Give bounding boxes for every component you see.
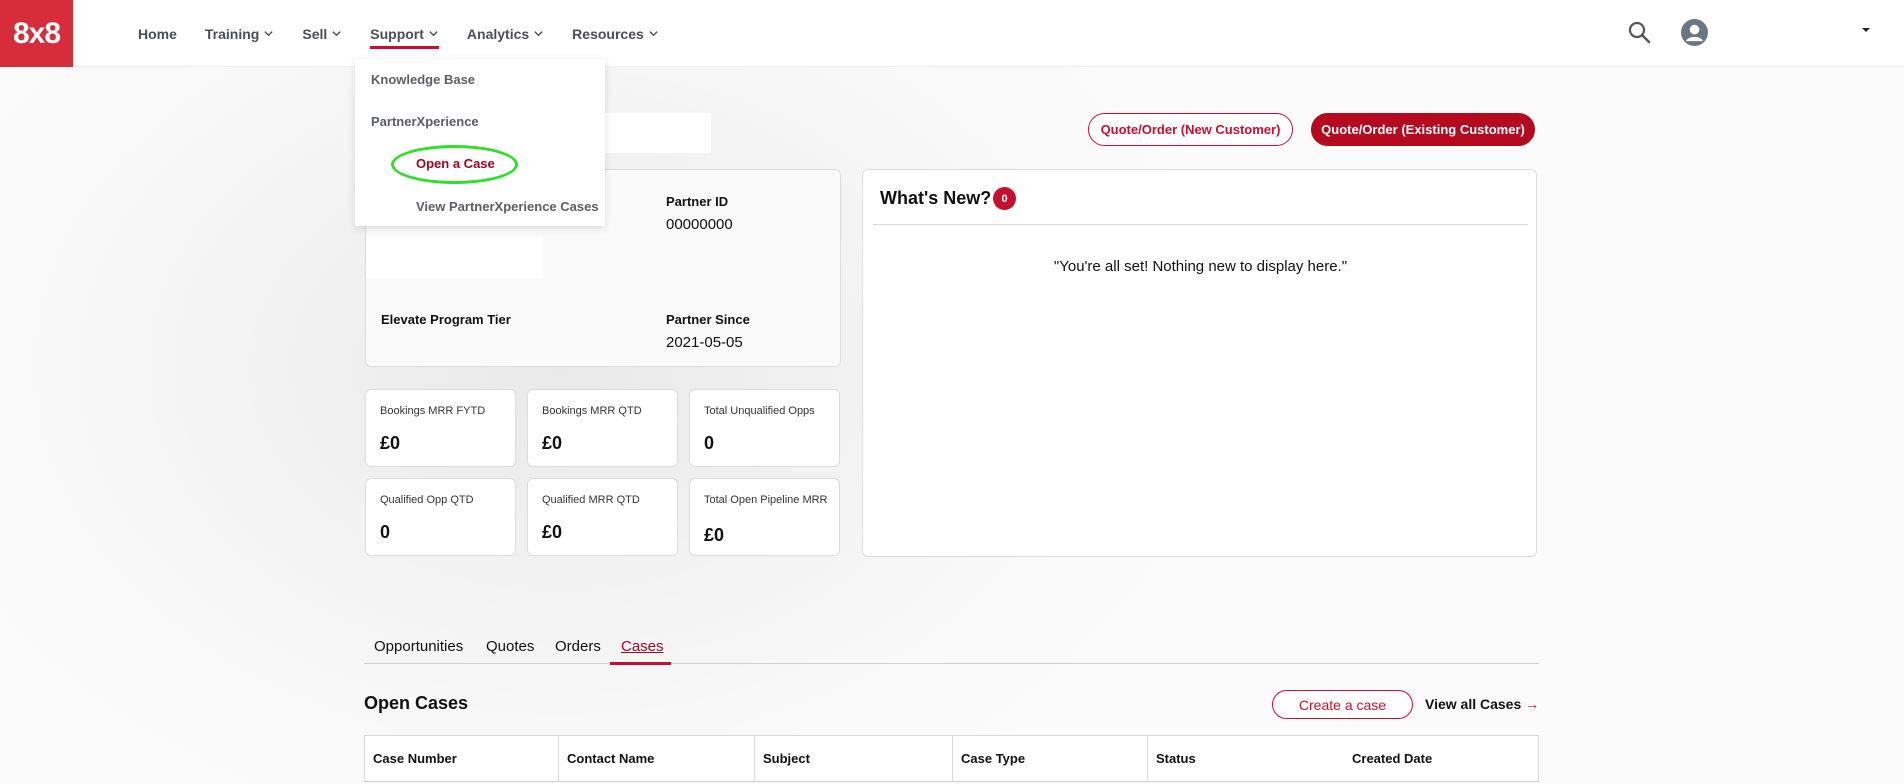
search-icon[interactable]	[1627, 20, 1651, 44]
whats-new-count-badge: 0	[993, 187, 1016, 210]
user-avatar-icon[interactable]	[1681, 19, 1708, 46]
partner-since-label: Partner Since	[666, 312, 750, 327]
whats-new-panel: What's New? 0 "You're all set! Nothing n…	[862, 169, 1537, 557]
caret-down-icon[interactable]	[1861, 26, 1871, 34]
nav-training-label: Training	[204, 25, 260, 42]
stat-card: Bookings MRR QTD £0	[527, 389, 678, 467]
column-header-case-number[interactable]: Case Number	[365, 736, 559, 781]
menu-item-view-cases[interactable]: View PartnerXperience Cases	[416, 199, 599, 214]
menu-item-partnerxperience[interactable]: PartnerXperience	[371, 114, 479, 129]
stat-card: Total Unqualified Opps 0	[689, 389, 840, 467]
view-all-cases-label: View all Cases	[1425, 696, 1522, 712]
menu-item-knowledge-base[interactable]: Knowledge Base	[371, 72, 475, 87]
stat-label: Bookings MRR FYTD	[380, 405, 486, 417]
chevron-down-icon	[534, 31, 543, 37]
stat-card: Qualified Opp QTD 0	[365, 478, 516, 556]
stat-value: 0	[380, 522, 391, 542]
highlight-annotation-ring	[391, 145, 518, 184]
chevron-down-icon	[429, 31, 438, 37]
brand-logo[interactable]: 8x8	[0, 0, 73, 67]
cases-table-header: Case Number Contact Name Subject Case Ty…	[364, 735, 1539, 782]
quote-order-new-customer-button[interactable]: Quote/Order (New Customer)	[1088, 113, 1293, 146]
tab-orders[interactable]: Orders	[555, 638, 601, 655]
column-header-subject[interactable]: Subject	[755, 736, 953, 781]
active-tab-indicator	[610, 662, 671, 665]
stat-label: Bookings MRR QTD	[542, 405, 642, 417]
nav-analytics[interactable]: Analytics	[467, 0, 544, 67]
tab-quotes[interactable]: Quotes	[486, 638, 534, 655]
stat-label: Total Open Pipeline MRR	[704, 494, 828, 506]
column-header-status[interactable]: Status	[1148, 736, 1344, 781]
chevron-down-icon	[264, 31, 274, 37]
chevron-down-icon	[332, 31, 341, 37]
tab-cases[interactable]: Cases	[621, 638, 664, 655]
stat-label: Qualified MRR QTD	[542, 494, 640, 506]
main-nav: Home Training Sell Support Analytics Res…	[138, 0, 687, 67]
stat-value: 0	[704, 433, 715, 453]
nav-sell-label: Sell	[302, 25, 328, 42]
arrow-right-icon: →	[1525, 696, 1540, 712]
partner-id-value: 00000000	[666, 216, 733, 233]
open-cases-title: Open Cases	[364, 693, 469, 713]
top-header: 8x8 Home Training Sell Support Analytics…	[0, 0, 1904, 67]
nav-resources-label: Resources	[572, 25, 644, 42]
tab-opportunities[interactable]: Opportunities	[374, 638, 463, 655]
partner-id-label: Partner ID	[666, 194, 729, 209]
column-header-case-type[interactable]: Case Type	[953, 736, 1148, 781]
column-header-contact-name[interactable]: Contact Name	[559, 736, 755, 781]
view-all-cases-link[interactable]: View all Cases →	[1425, 696, 1539, 712]
stat-value: £0	[380, 433, 401, 453]
nav-analytics-label: Analytics	[466, 25, 530, 42]
quote-order-existing-customer-button[interactable]: Quote/Order (Existing Customer)	[1311, 113, 1535, 146]
column-header-created-date[interactable]: Created Date	[1344, 736, 1538, 781]
nav-home-label: Home	[138, 25, 177, 42]
stat-value: £0	[542, 433, 563, 453]
create-case-button[interactable]: Create a case	[1272, 690, 1413, 719]
nav-resources[interactable]: Resources	[572, 0, 659, 67]
redacted-box	[366, 237, 543, 278]
chevron-down-icon	[649, 31, 658, 37]
stat-label: Qualified Opp QTD	[380, 494, 474, 506]
stat-value: £0	[542, 522, 563, 542]
partner-since-value: 2021-05-05	[666, 334, 743, 351]
stat-label: Total Unqualified Opps	[704, 405, 815, 417]
stat-card: Qualified MRR QTD £0	[527, 478, 678, 556]
nav-training[interactable]: Training	[205, 0, 274, 67]
stat-card: Bookings MRR FYTD £0	[365, 389, 516, 467]
nav-sell[interactable]: Sell	[302, 0, 342, 67]
support-dropdown-menu: Knowledge Base PartnerXperience Open a C…	[355, 59, 605, 226]
nav-home[interactable]: Home	[138, 0, 177, 67]
whats-new-title: What's New?	[880, 188, 992, 208]
program-tier-label: Elevate Program Tier	[381, 312, 511, 327]
nav-support[interactable]: Support	[370, 0, 439, 67]
whats-new-empty-message: "You're all set! Nothing new to display …	[1053, 258, 1348, 275]
divider	[873, 224, 1528, 225]
stat-value: £0	[704, 525, 725, 545]
nav-support-label: Support	[370, 25, 424, 42]
redacted-box	[605, 113, 711, 153]
records-tabs: Opportunities Quotes Orders Cases	[364, 636, 1539, 664]
stat-card: Total Open Pipeline MRR £0	[689, 478, 840, 556]
